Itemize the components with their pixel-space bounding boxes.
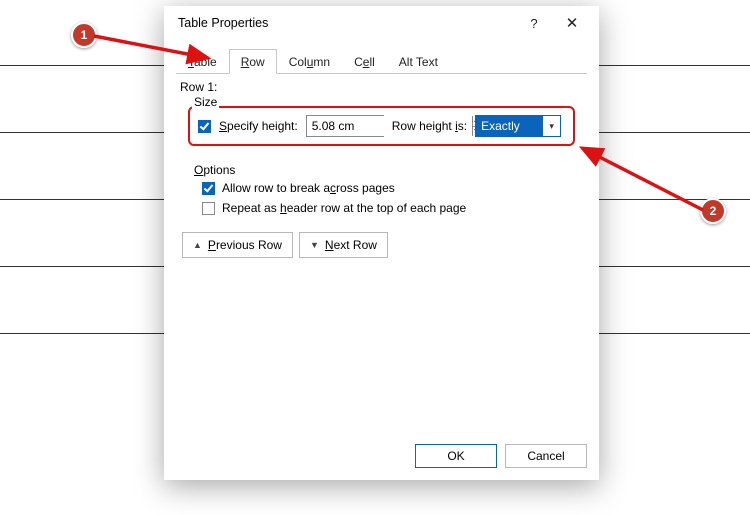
row-number-label: Row 1:: [180, 80, 583, 94]
close-button[interactable]: ✕: [553, 8, 591, 38]
tab-table[interactable]: Table: [176, 49, 229, 74]
row-height-is-label: Row height is:: [392, 119, 467, 133]
row-height-mode-select[interactable]: Exactly ▾: [475, 115, 561, 137]
options-fieldset: Options Allow row to break across pages …: [178, 164, 585, 222]
specify-height-label: Specify height:: [219, 119, 298, 133]
tab-strip: Table Row Column Cell Alt Text: [176, 48, 587, 74]
specify-height-checkbox[interactable]: [198, 120, 211, 133]
titlebar: Table Properties ? ✕: [164, 6, 599, 40]
up-triangle-icon: ▲: [193, 240, 202, 250]
tab-alttext[interactable]: Alt Text: [387, 49, 450, 74]
tab-cell[interactable]: Cell: [342, 49, 387, 74]
nav-buttons: ▲ Previous Row ▼ Next Row: [182, 232, 581, 258]
down-triangle-icon: ▼: [310, 240, 319, 250]
allow-break-row: Allow row to break across pages: [180, 178, 583, 198]
repeat-header-row: Repeat as header row at the top of each …: [180, 198, 583, 218]
annotation-callout-1: 1: [71, 22, 97, 48]
dialog-body: Table Row Column Cell Alt Text Row 1: Si…: [164, 40, 599, 432]
chevron-down-icon[interactable]: ▾: [543, 121, 560, 132]
previous-row-button[interactable]: ▲ Previous Row: [182, 232, 293, 258]
repeat-header-label: Repeat as header row at the top of each …: [222, 201, 466, 215]
height-spinner[interactable]: ▲ ▼: [306, 115, 384, 137]
options-legend: Options: [192, 163, 237, 177]
size-fieldset: Size Specify height: ▲ ▼ Row height is: …: [178, 96, 585, 156]
dialog-buttons: OK Cancel: [164, 432, 599, 480]
next-row-button[interactable]: ▼ Next Row: [299, 232, 388, 258]
annotation-callout-2: 2: [700, 198, 726, 224]
repeat-header-checkbox[interactable]: [202, 202, 215, 215]
cancel-button[interactable]: Cancel: [505, 444, 587, 468]
help-button[interactable]: ?: [515, 8, 553, 38]
highlighted-size-row: Specify height: ▲ ▼ Row height is: Exact…: [188, 106, 575, 146]
tab-row[interactable]: Row: [229, 49, 277, 74]
size-legend: Size: [192, 95, 219, 109]
table-properties-dialog: Table Properties ? ✕ Table Row Column Ce…: [164, 6, 599, 480]
allow-break-checkbox[interactable]: [202, 182, 215, 195]
tab-column[interactable]: Column: [277, 49, 342, 74]
allow-break-label: Allow row to break across pages: [222, 181, 395, 195]
dialog-title: Table Properties: [178, 16, 515, 30]
ok-button[interactable]: OK: [415, 444, 497, 468]
row-height-mode-value: Exactly: [476, 116, 543, 136]
